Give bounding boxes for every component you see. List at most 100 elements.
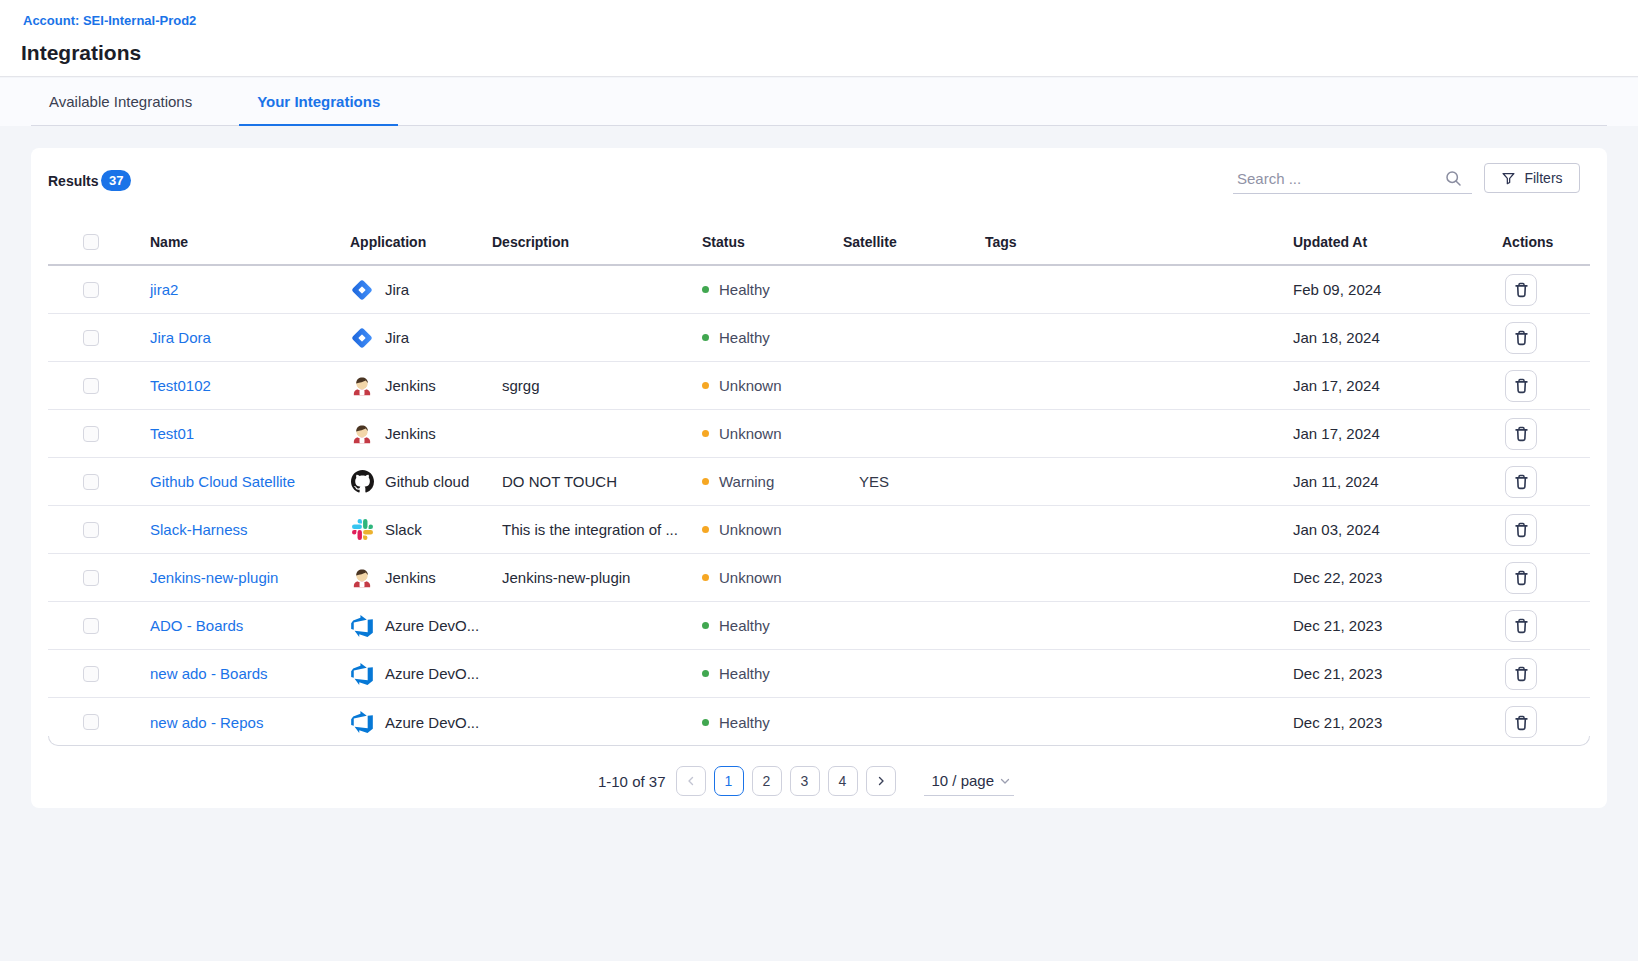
updated-at-value: Feb 09, 2024 — [1293, 281, 1381, 298]
jenkins-icon — [350, 422, 374, 446]
integration-name-link[interactable]: Github Cloud Satellite — [150, 473, 295, 490]
jira-icon — [350, 326, 374, 350]
application-label: Slack — [385, 521, 422, 538]
column-header-satellite: Satellite — [843, 234, 985, 250]
application-label: Jenkins — [385, 569, 436, 586]
pagination-range-label: 1-10 of 37 — [598, 773, 666, 790]
pagination-page-1[interactable]: 1 — [714, 766, 744, 796]
pagination-page-4[interactable]: 4 — [828, 766, 858, 796]
row-checkbox[interactable] — [83, 282, 99, 298]
integrations-table: Name Application Description Status Sate… — [48, 220, 1590, 746]
row-checkbox[interactable] — [83, 666, 99, 682]
account-breadcrumb-link[interactable]: Account: SEI-Internal-Prod2 — [23, 13, 196, 28]
row-checkbox[interactable] — [83, 522, 99, 538]
pagination: 1-10 of 37 1234 10 / page — [31, 766, 1607, 796]
trash-icon — [1512, 616, 1531, 635]
pagination-page-3[interactable]: 3 — [790, 766, 820, 796]
status-dot — [702, 334, 709, 341]
pagination-page-2[interactable]: 2 — [752, 766, 782, 796]
column-header-status: Status — [702, 234, 843, 250]
delete-integration-button[interactable] — [1505, 466, 1537, 498]
pagination-next-button[interactable] — [866, 766, 896, 796]
jira-icon — [350, 278, 374, 302]
filter-funnel-icon — [1501, 171, 1516, 186]
column-header-application: Application — [350, 234, 492, 250]
row-checkbox[interactable] — [83, 474, 99, 490]
status-label: Unknown — [719, 377, 782, 394]
page-size-select[interactable]: 10 / page — [924, 766, 1015, 796]
integration-name-link[interactable]: ADO - Boards — [150, 617, 243, 634]
satellite-value: YES — [859, 473, 889, 490]
delete-integration-button[interactable] — [1505, 322, 1537, 354]
integration-name-link[interactable]: Slack-Harness — [150, 521, 248, 538]
slack-icon — [350, 518, 374, 542]
status-label: Healthy — [719, 281, 770, 298]
trash-icon — [1512, 664, 1531, 683]
description-text: This is the integration of ... — [502, 521, 678, 538]
updated-at-value: Dec 21, 2023 — [1293, 714, 1382, 731]
application-label: Azure DevO... — [385, 617, 479, 634]
table-row: jira2 Jira Healthy Feb 09, 2024 — [48, 266, 1590, 314]
status-label: Healthy — [719, 714, 770, 731]
delete-integration-button[interactable] — [1505, 274, 1537, 306]
row-checkbox[interactable] — [83, 570, 99, 586]
row-checkbox[interactable] — [83, 426, 99, 442]
description-text: Jenkins-new-plugin — [502, 569, 630, 586]
tab-available-integrations[interactable]: Available Integrations — [31, 78, 210, 125]
status-dot — [702, 719, 709, 726]
row-checkbox[interactable] — [83, 378, 99, 394]
azure-icon — [350, 614, 374, 638]
delete-integration-button[interactable] — [1505, 706, 1537, 738]
column-header-tags: Tags — [985, 234, 1293, 250]
trash-icon — [1512, 328, 1531, 347]
updated-at-value: Jan 17, 2024 — [1293, 425, 1380, 442]
column-header-description: Description — [492, 234, 702, 250]
row-checkbox[interactable] — [83, 618, 99, 634]
column-header-name: Name — [150, 234, 350, 250]
integration-name-link[interactable]: jira2 — [150, 281, 178, 298]
table-row: new ado - Repos Azure DevO... Healthy De… — [48, 698, 1590, 746]
pagination-prev-button[interactable] — [676, 766, 706, 796]
description-text: DO NOT TOUCH — [502, 473, 617, 490]
filters-button[interactable]: Filters — [1484, 163, 1580, 193]
row-checkbox[interactable] — [83, 330, 99, 346]
integration-name-link[interactable]: Test0102 — [150, 377, 211, 394]
delete-integration-button[interactable] — [1505, 610, 1537, 642]
status-dot — [702, 382, 709, 389]
integration-name-link[interactable]: Jenkins-new-plugin — [150, 569, 278, 586]
integrations-card: Results 37 Filters Name Application Desc… — [31, 148, 1607, 808]
delete-integration-button[interactable] — [1505, 370, 1537, 402]
status-dot — [702, 478, 709, 485]
status-label: Warning — [719, 473, 774, 490]
status-dot — [702, 430, 709, 437]
application-label: Azure DevO... — [385, 714, 479, 731]
application-label: Azure DevO... — [385, 665, 479, 682]
github-icon — [350, 470, 374, 494]
table-row: Slack-Harness Slack This is the integrat… — [48, 506, 1590, 554]
delete-integration-button[interactable] — [1505, 418, 1537, 450]
application-label: Github cloud — [385, 473, 469, 490]
updated-at-value: Dec 22, 2023 — [1293, 569, 1382, 586]
column-header-updated: Updated At — [1293, 234, 1502, 250]
updated-at-value: Jan 11, 2024 — [1293, 473, 1379, 490]
tab-bar: Available Integrations Your Integrations — [0, 78, 1638, 126]
status-label: Unknown — [719, 521, 782, 538]
tab-your-integrations[interactable]: Your Integrations — [239, 78, 398, 125]
search-input[interactable] — [1233, 163, 1433, 193]
delete-integration-button[interactable] — [1505, 514, 1537, 546]
delete-integration-button[interactable] — [1505, 562, 1537, 594]
trash-icon — [1512, 520, 1531, 539]
select-all-checkbox[interactable] — [83, 234, 99, 250]
trash-icon — [1512, 713, 1531, 732]
integration-name-link[interactable]: new ado - Repos — [150, 714, 263, 731]
jenkins-icon — [350, 566, 374, 590]
integration-name-link[interactable]: new ado - Boards — [150, 665, 268, 682]
row-checkbox[interactable] — [83, 714, 99, 730]
delete-integration-button[interactable] — [1505, 658, 1537, 690]
integration-name-link[interactable]: Test01 — [150, 425, 194, 442]
integration-name-link[interactable]: Jira Dora — [150, 329, 211, 346]
status-dot — [702, 286, 709, 293]
chevron-down-icon — [1000, 776, 1010, 786]
azure-icon — [350, 662, 374, 686]
toolbar: Results 37 Filters — [31, 148, 1607, 220]
